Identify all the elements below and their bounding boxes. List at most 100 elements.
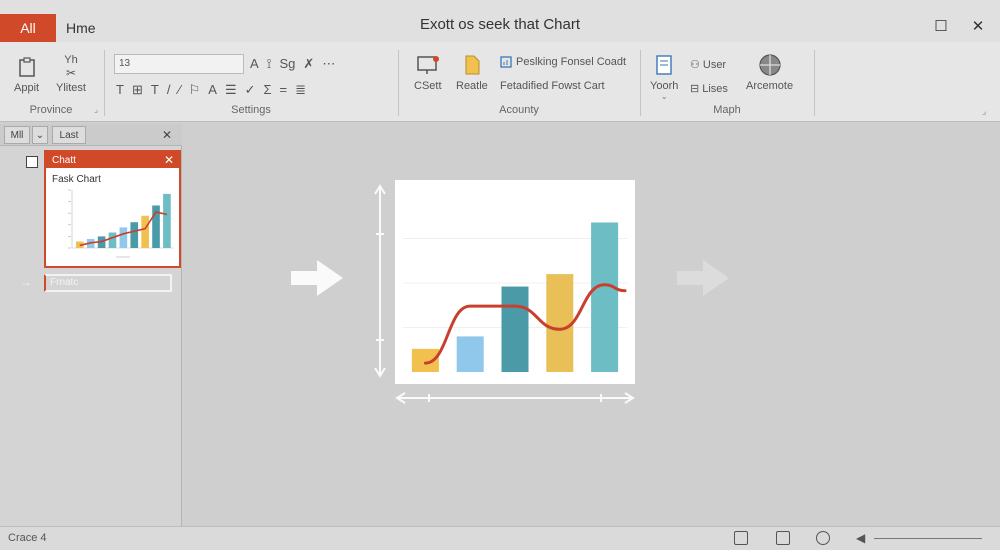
- status-bar: Crace 4 ◀: [0, 526, 1000, 550]
- thumbnail-close-icon[interactable]: ✕: [164, 153, 174, 167]
- document-icon: [465, 55, 480, 75]
- style-icon[interactable]: Sg: [280, 56, 296, 72]
- yh-label: Yh: [64, 54, 78, 66]
- more-icon[interactable]: ⋯: [322, 56, 335, 72]
- lises-item[interactable]: ⊟ Lises: [690, 82, 728, 96]
- table-icon[interactable]: ⊞: [132, 82, 143, 98]
- chart-bar-5: [591, 222, 619, 372]
- chart-bar-4: [546, 274, 574, 372]
- sum-icon[interactable]: Σ: [264, 82, 272, 98]
- align-icon[interactable]: ≣: [295, 82, 306, 98]
- monitor-icon: [417, 56, 439, 74]
- reatle-label: Reatle: [456, 80, 488, 92]
- acounty-label: Acounty: [499, 104, 539, 116]
- pane-close-icon[interactable]: ✕: [162, 128, 172, 142]
- highlight-icon[interactable]: ⁄: [178, 82, 180, 98]
- pen-icon[interactable]: /: [167, 82, 171, 98]
- thumbnail-header: Chatt ✕: [46, 152, 179, 168]
- font-size-box[interactable]: 13: [114, 54, 244, 74]
- slide-checkbox[interactable]: [26, 156, 38, 168]
- thumb-bar: [163, 193, 171, 248]
- ribbon-group-acounty: CSett Reatle Peslking Fonsel Coadt Fetad…: [400, 46, 638, 120]
- dropdown-icon: ⌄: [660, 92, 668, 101]
- csett-button[interactable]: CSett: [414, 54, 442, 92]
- province-label: Province: [29, 104, 73, 116]
- ribbon-group-maph: Yoorh ⌄ ⚇ User ⊟ Lises Arcemote Maph: [642, 46, 812, 120]
- arcemote-label: Arcemote: [746, 80, 794, 92]
- thumb-bar: [108, 232, 117, 248]
- thumb-bar: [119, 227, 128, 248]
- status-text: Crace 4: [8, 532, 47, 544]
- arrow-right-faded-icon: [677, 260, 729, 296]
- group-separator: [640, 50, 641, 116]
- lises-label: Lises: [702, 83, 728, 95]
- slideshow-icon[interactable]: [816, 531, 830, 545]
- reading-view-icon[interactable]: [776, 531, 790, 545]
- ylitest-label: Ylitest: [56, 82, 86, 94]
- horizontal-dimension-line: [395, 392, 635, 404]
- appit-button[interactable]: Appit: [14, 56, 39, 94]
- equals-icon[interactable]: =: [280, 82, 288, 98]
- slide-pane: Mll ⌄ Last ✕ Chatt ✕ Fask Chart → Frnatc: [0, 124, 182, 526]
- thumbnail-header-label: Chatt: [52, 154, 76, 166]
- yoorh-button[interactable]: Yoorh ⌄: [650, 54, 678, 101]
- grow-font-icon[interactable]: A: [250, 56, 259, 72]
- pane-tab-last[interactable]: Last: [52, 126, 86, 144]
- ylitest-button[interactable]: Yh ✂ Ylitest: [56, 54, 86, 94]
- group-separator: [104, 50, 105, 116]
- user-icon: ⚇: [690, 59, 700, 71]
- group-separator: [814, 50, 815, 116]
- maph-label: Maph: [713, 104, 741, 116]
- shape-icon[interactable]: ⚐: [189, 82, 201, 98]
- text-style-icon[interactable]: ⟟: [267, 56, 272, 72]
- symbol-icon[interactable]: ✗: [303, 56, 314, 72]
- acounty-item-1[interactable]: Peslking Fonsel Coadt: [500, 56, 626, 68]
- group-separator: [398, 50, 399, 116]
- reatle-button[interactable]: Reatle: [456, 54, 488, 92]
- italic-icon[interactable]: T: [151, 82, 159, 98]
- csett-label: CSett: [414, 80, 442, 92]
- format-toolbar-top: A ⟟ Sg ✗ ⋯: [250, 56, 335, 72]
- acounty-item-1-label: Peslking Fonsel Coadt: [516, 56, 627, 68]
- acounty-item-2-label: Fetadified Fowst Cart: [500, 80, 605, 92]
- ribbon-group-province: Appit Yh ✂ Ylitest Province ⌟: [0, 46, 102, 120]
- clipboard-icon: [18, 57, 35, 77]
- pane-tabs: Mll ⌄ Last ✕: [0, 124, 182, 146]
- pane-tab-all[interactable]: Mll: [4, 126, 30, 144]
- font-color-icon[interactable]: A: [208, 82, 217, 98]
- thumb-bar: [130, 222, 139, 248]
- zoom-slider[interactable]: [874, 538, 982, 539]
- slide-thumbnail[interactable]: Chatt ✕ Fask Chart: [44, 150, 181, 268]
- rename-field[interactable]: Frnatc: [44, 274, 172, 292]
- ribbon: Appit Yh ✂ Ylitest Province ⌟ 13 A ⟟ Sg …: [0, 42, 1000, 122]
- arcemote-button[interactable]: Arcemote: [746, 52, 793, 92]
- title-bar: All Hme Exott os seek that Chart ☐ ✕: [0, 0, 1000, 42]
- list-icon: ⊟: [690, 83, 700, 95]
- maximize-button[interactable]: ☐: [929, 14, 953, 38]
- normal-view-icon[interactable]: [734, 531, 748, 545]
- settings-label: Settings: [231, 104, 271, 116]
- text-icon[interactable]: T: [116, 82, 124, 98]
- ribbon-group-settings: 13 A ⟟ Sg ✗ ⋯ T ⊞ T / ⁄ ⚐ A ☰ ✓ Σ = ≣ Se…: [106, 46, 396, 120]
- thumb-bar: [141, 215, 149, 248]
- sheet-icon: [656, 55, 672, 75]
- acounty-item-2[interactable]: Fetadified Fowst Cart: [500, 80, 605, 92]
- window-title: Exott os seek that Chart: [419, 16, 581, 33]
- pane-tab-dropdown[interactable]: ⌄: [32, 126, 48, 144]
- user-item[interactable]: ⚇ User: [690, 58, 726, 72]
- globe-icon: [758, 54, 781, 76]
- list-icon[interactable]: ☰: [225, 82, 237, 98]
- chart-small-icon: [500, 56, 512, 68]
- main-chart: [395, 180, 635, 384]
- rename-arrow-icon: →: [20, 275, 32, 289]
- dialog-launcher-icon[interactable]: ⌟: [94, 105, 98, 114]
- chart-bar-3: [501, 286, 529, 372]
- thumbnail-chart: [68, 189, 174, 258]
- canvas-area: [183, 124, 1000, 526]
- zoom-icon[interactable]: ◀: [856, 531, 865, 545]
- vertical-dimension-line: [374, 184, 386, 378]
- check-icon[interactable]: ✓: [245, 82, 256, 98]
- close-button[interactable]: ✕: [966, 14, 990, 38]
- ribbon-expand-icon[interactable]: ⌟: [982, 106, 986, 117]
- yoorh-label: Yoorh: [650, 80, 679, 92]
